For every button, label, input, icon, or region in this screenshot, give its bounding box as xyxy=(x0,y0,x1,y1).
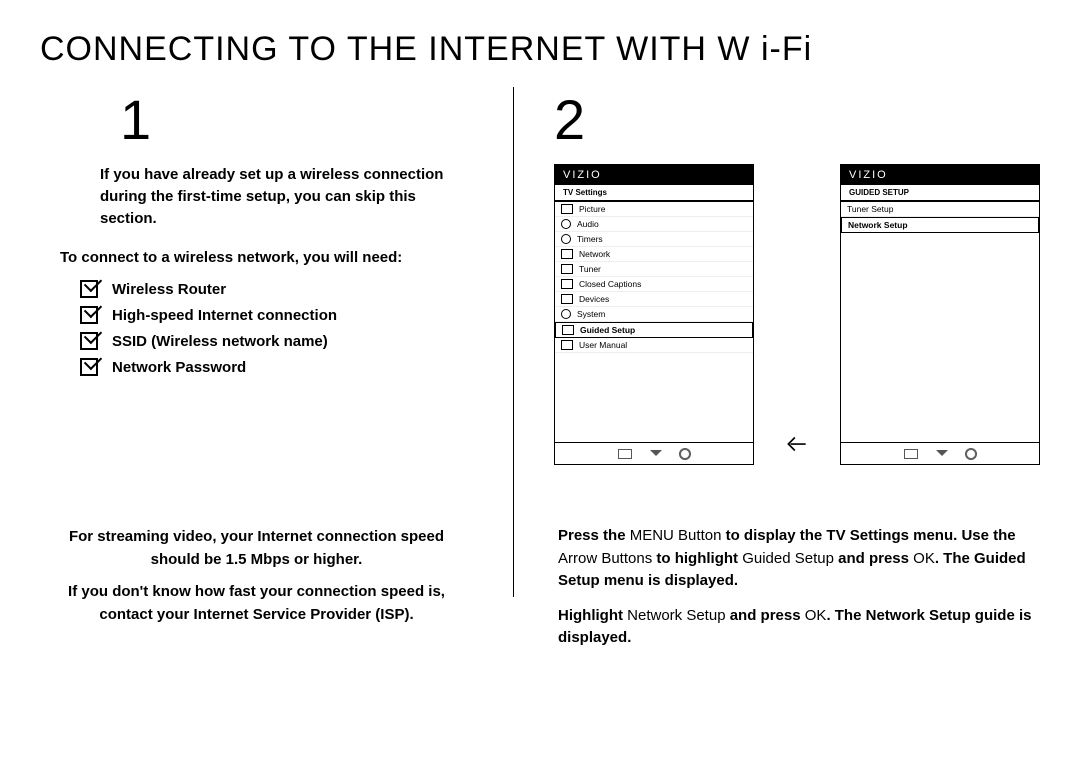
wide-icon xyxy=(904,449,918,459)
menu-item-label: Timers xyxy=(577,234,603,244)
t: OK xyxy=(805,607,827,624)
t: OK xyxy=(913,550,935,567)
menu-item-icon xyxy=(561,309,571,319)
menu-item-icon xyxy=(561,279,573,289)
instruction-line-1: Press the MENU Button to display the TV … xyxy=(558,525,1036,593)
t: to display the TV Settings menu. Use the xyxy=(721,527,1015,544)
menu-item: Network xyxy=(555,247,753,262)
checklist-item: Network Password xyxy=(80,358,473,376)
menu-item-label: Closed Captions xyxy=(579,279,641,289)
checklist-label: High-speed Internet connection xyxy=(112,307,337,324)
tv-settings-screen: VIZIO TV Settings Picture Audio Timers Netw… xyxy=(554,164,754,465)
menu-item: Guided Setup xyxy=(555,322,753,338)
checklist-item: Wireless Router xyxy=(80,280,473,298)
guided-setup-screen: VIZIO GUIDED SETUP Tuner Setup Network Se… xyxy=(840,164,1040,465)
menu-heading: TV Settings xyxy=(555,185,753,202)
menu-item-icon xyxy=(561,294,573,304)
menu-item-label: Network xyxy=(579,249,610,259)
menu-item: Audio xyxy=(555,217,753,232)
menu-item-label: Audio xyxy=(577,219,599,229)
t: MENU Button xyxy=(630,527,722,544)
checkbox-checked-icon xyxy=(80,358,98,376)
menu-item: Timers xyxy=(555,232,753,247)
isp-note: If you don't know how fast your connecti… xyxy=(50,581,463,626)
checkbox-checked-icon xyxy=(80,306,98,324)
gear-icon xyxy=(680,449,690,459)
checkbox-checked-icon xyxy=(80,280,98,298)
menu-item-label: Guided Setup xyxy=(580,325,635,335)
t: to highlight xyxy=(652,550,742,567)
chevron-down-icon xyxy=(936,450,948,462)
tv-footer-bar xyxy=(841,442,1039,464)
step-2-column: 2 VIZIO TV Settings Picture Audio Timers Ne… xyxy=(554,87,1040,662)
step-1-column: 1 If you have already set up a wireless … xyxy=(40,87,473,662)
menu-item: Closed Captions xyxy=(555,277,753,292)
menu-item-label: System xyxy=(577,309,605,319)
tv-footer-bar xyxy=(555,442,753,464)
menu-item-label: Network Setup xyxy=(848,220,908,230)
checklist-item: High-speed Internet connection xyxy=(80,306,473,324)
menu-item-icon xyxy=(561,234,571,244)
step-2-number: 2 xyxy=(554,87,1040,152)
menu-item-icon xyxy=(561,219,571,229)
menu-item: Network Setup xyxy=(841,217,1039,233)
arrow-left-icon xyxy=(784,431,810,457)
menu-item-label: Picture xyxy=(579,204,605,214)
menu-item-icon xyxy=(561,340,573,350)
instruction-line-2: Highlight Network Setup and press OK. Th… xyxy=(558,605,1036,650)
step-1-number: 1 xyxy=(120,87,473,152)
step-1-footer: For streaming video, your Internet conne… xyxy=(40,526,473,626)
tv-screens-row: VIZIO TV Settings Picture Audio Timers Netw… xyxy=(554,164,1040,465)
skip-section-note: If you have already set up a wireless co… xyxy=(100,164,453,229)
menu-item: System xyxy=(555,307,753,322)
t: Guided Setup xyxy=(742,550,834,567)
guided-setup-items: Tuner Setup Network Setup xyxy=(841,202,1039,442)
checklist-item: SSID (Wireless network name) xyxy=(80,332,473,350)
column-divider xyxy=(513,87,514,597)
menu-item-label: User Manual xyxy=(579,340,627,350)
menu-item: User Manual xyxy=(555,338,753,353)
checklist-label: Network Password xyxy=(112,359,246,376)
page-title: CONNECTING TO THE INTERNET WITH W i-Fi xyxy=(40,30,1040,69)
menu-heading: GUIDED SETUP xyxy=(841,185,1039,202)
tv-brand: VIZIO xyxy=(555,165,753,185)
step-2-instructions: Press the MENU Button to display the TV … xyxy=(554,525,1040,650)
menu-item-icon xyxy=(561,264,573,274)
menu-item-icon xyxy=(561,204,573,214)
menu-item-label: Devices xyxy=(579,294,609,304)
t: Network Setup xyxy=(627,607,725,624)
menu-item-icon xyxy=(561,249,573,259)
tv-brand: VIZIO xyxy=(841,165,1039,185)
wide-icon xyxy=(618,449,632,459)
t: Highlight xyxy=(558,607,627,624)
t: Press the xyxy=(558,527,630,544)
menu-item: Devices xyxy=(555,292,753,307)
menu-item: Picture xyxy=(555,202,753,217)
checklist-label: SSID (Wireless network name) xyxy=(112,333,328,350)
gear-icon xyxy=(966,449,976,459)
t: and press xyxy=(834,550,913,567)
steps-row: 1 If you have already set up a wireless … xyxy=(40,87,1040,662)
t: and press xyxy=(726,607,805,624)
checkbox-checked-icon xyxy=(80,332,98,350)
menu-item-label: Tuner xyxy=(579,264,601,274)
chevron-down-icon xyxy=(650,450,662,462)
menu-item-icon xyxy=(562,325,574,335)
checklist-label: Wireless Router xyxy=(112,281,226,298)
menu-item: Tuner Setup xyxy=(841,202,1039,217)
requirements-list: Wireless Router High-speed Internet conn… xyxy=(80,280,473,376)
tv-settings-items: Picture Audio Timers Network Tuner Closed Cap… xyxy=(555,202,753,442)
requirements-intro: To connect to a wireless network, you wi… xyxy=(60,249,473,266)
menu-item-label: Tuner Setup xyxy=(847,204,893,214)
speed-note: For streaming video, your Internet conne… xyxy=(50,526,463,571)
t: Arrow Buttons xyxy=(558,550,652,567)
menu-item: Tuner xyxy=(555,262,753,277)
